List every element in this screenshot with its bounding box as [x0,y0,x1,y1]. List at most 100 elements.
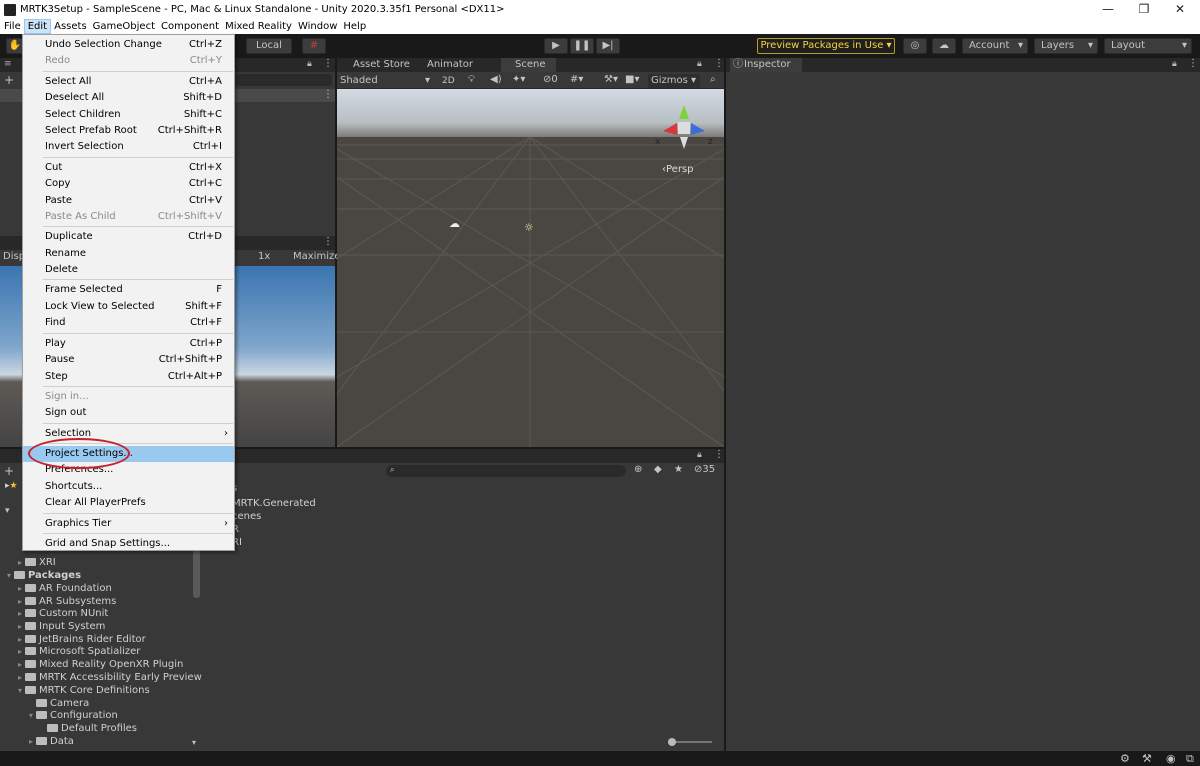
draw-mode-dropdown[interactable]: Shaded ▾ [340,74,432,88]
menu-item-rename[interactable]: Rename [23,246,234,262]
menu-item-lock-view-to-selected[interactable]: Lock View to Selected Shift+F [23,299,234,315]
lighting-icon[interactable]: 💡︎ [468,74,475,85]
star-icon[interactable]: ★ [674,464,683,475]
kebab-menu-icon[interactable]: ⋮ [323,236,333,247]
tree-item[interactable]: ▸ Microsoft Spatializer [15,645,140,658]
triangle-right-icon[interactable]: ▸ [15,658,25,671]
kebab-menu-icon[interactable]: ⋮ [714,449,724,460]
triangle-right-icon[interactable]: ▸ [15,582,25,595]
kebab-menu-icon[interactable]: ⋮ [714,58,724,69]
triangle-down-icon[interactable]: ▾ [15,684,25,697]
progress-icon[interactable]: ◉ [1166,752,1176,765]
tree-item[interactable]: Default Profiles [37,722,137,735]
tree-item[interactable]: ▸ AR Foundation [15,582,112,595]
menu-item-delete[interactable]: Delete [23,262,234,278]
menu-item-copy[interactable]: Copy Ctrl+C [23,176,234,192]
menu-item-shortcuts[interactable]: Shortcuts... [23,479,234,495]
menu-edit[interactable]: Edit [23,19,52,34]
menu-item-pause[interactable]: Pause Ctrl+Shift+P [23,352,234,368]
lock-icon[interactable]: 🔒︎ [307,59,312,69]
triangle-right-icon[interactable]: ▸ [26,735,36,748]
cloud-icon[interactable]: ☁ [932,38,956,54]
triangle-right-icon[interactable]: ▸ [15,645,25,658]
bake-icon[interactable]: ⚒ [1142,752,1152,765]
tab-inspector[interactable]: ⓘ Inspector [730,58,802,72]
hidden-packages-toggle[interactable]: ⊘35 [694,464,715,475]
lock-icon[interactable]: 🔒︎ [1172,59,1177,69]
menu-gameobject[interactable]: GameObject [90,19,158,34]
menu-component[interactable]: Component [158,19,222,34]
step-button[interactable]: ▶| [596,38,620,54]
kebab-menu-icon[interactable]: ⋮ [323,58,333,69]
menu-mixed-reality[interactable]: Mixed Reality [222,19,295,34]
camera-gizmo-icon[interactable]: ☁ [449,217,460,230]
light-gizmo-icon[interactable]: ☼ [524,221,534,234]
scroll-down-icon[interactable]: ▾ [192,738,196,747]
menu-item-grid-and-snap-settings[interactable]: Grid and Snap Settings... [23,536,234,552]
gizmos-dropdown[interactable]: Gizmos ▾ [648,74,700,88]
tree-item[interactable]: ▸ Input System [15,620,105,633]
hierarchy-search-input[interactable] [236,74,332,86]
project-search-input[interactable]: ⌕ [386,465,626,477]
menu-item-clear-all-playerprefs[interactable]: Clear All PlayerPrefs [23,495,234,511]
menu-item-duplicate[interactable]: Duplicate Ctrl+D [23,229,234,245]
grid-icon[interactable]: #▾ [570,74,583,85]
pivot-space-toggle[interactable]: Local [246,38,292,54]
menu-item-select-all[interactable]: Select All Ctrl+A [23,74,234,90]
2d-toggle[interactable]: 2D [442,74,455,88]
grid-snap-icon[interactable]: # [302,38,326,54]
menu-item-graphics-tier[interactable]: Graphics Tier › [23,516,234,532]
add-icon[interactable]: + [4,73,14,87]
label-icon[interactable]: ◆ [654,464,662,475]
tree-item[interactable]: ▸ Data [26,735,74,748]
debug-icon[interactable]: ⚙ [1120,752,1130,765]
menu-item-undo-selection-change[interactable]: Undo Selection Change Ctrl+Z [23,37,234,53]
menu-help[interactable]: Help [340,19,369,34]
menu-item-select-children[interactable]: Select Children Shift+C [23,107,234,123]
create-icon[interactable]: ⊕ [634,464,642,475]
favorites-row[interactable]: ▸★ [5,481,18,491]
tab-scene[interactable]: Scene [501,58,556,72]
menu-item-cut[interactable]: Cut Ctrl+X [23,160,234,176]
hidden-objects-icon[interactable]: ⊘0 [543,74,558,85]
lock-icon[interactable]: 🔒︎ [697,450,702,460]
tree-item[interactable]: ▸ XRI [15,556,56,569]
tree-item[interactable]: ▾ Packages [4,569,81,582]
audio-icon[interactable]: ◀︎) [490,74,502,85]
menu-item-paste-as-child[interactable]: Paste As Child Ctrl+Shift+V [23,209,234,225]
assets-row[interactable]: ▾ [5,506,10,516]
menu-item-invert-selection[interactable]: Invert Selection Ctrl+I [23,139,234,155]
close-button[interactable]: ✕ [1162,0,1198,19]
triangle-right-icon[interactable]: ▸ [15,556,25,569]
tree-item[interactable]: ▸ Custom NUnit [15,607,108,620]
maximize-toggle[interactable]: Maximize [293,251,340,262]
persp-label[interactable]: ‹Persp [662,164,694,175]
minimize-button[interactable]: — [1090,0,1126,19]
triangle-right-icon[interactable]: ▸ [15,671,25,684]
scene-view[interactable]: x z ‹Persp ☁ ☼ [337,89,724,447]
menu-item-deselect-all[interactable]: Deselect All Shift+D [23,90,234,106]
camera-icon[interactable]: ■▾ [625,74,639,85]
menu-item-redo[interactable]: Redo Ctrl+Y [23,53,234,69]
tree-item[interactable]: ▾ Configuration [26,709,118,722]
triangle-down-icon[interactable]: ▾ [26,709,36,722]
tree-item[interactable]: ▸ Mixed Reality OpenXR Plugin [15,658,183,671]
menu-item-sign-in[interactable]: Sign in... [23,389,234,405]
kebab-menu-icon[interactable]: ⋮ [1188,58,1198,69]
menu-item-play[interactable]: Play Ctrl+P [23,336,234,352]
pause-button[interactable]: ❚❚ [570,38,594,54]
preview-packages-button[interactable]: Preview Packages in Use ▾ [757,38,895,54]
menu-item-find[interactable]: Find Ctrl+F [23,315,234,331]
menu-assets[interactable]: Assets [51,19,90,34]
collab-icon[interactable]: ◎ [903,38,927,54]
search-icon[interactable]: ⌕ [710,74,716,85]
tree-item[interactable]: ▾ MRTK Core Definitions [15,684,150,697]
triangle-down-icon[interactable]: ▾ [4,569,14,582]
triangle-right-icon[interactable]: ▸ [15,607,25,620]
slider-handle[interactable] [668,738,676,746]
tab-asset-store[interactable]: Asset Store [339,58,411,72]
menu-item-sign-out[interactable]: Sign out [23,405,234,421]
account-dropdown[interactable]: Account ▾ [962,38,1028,54]
kebab-menu-icon[interactable]: ⋮ [323,89,333,100]
layout-dropdown[interactable]: Layout ▾ [1104,38,1192,54]
